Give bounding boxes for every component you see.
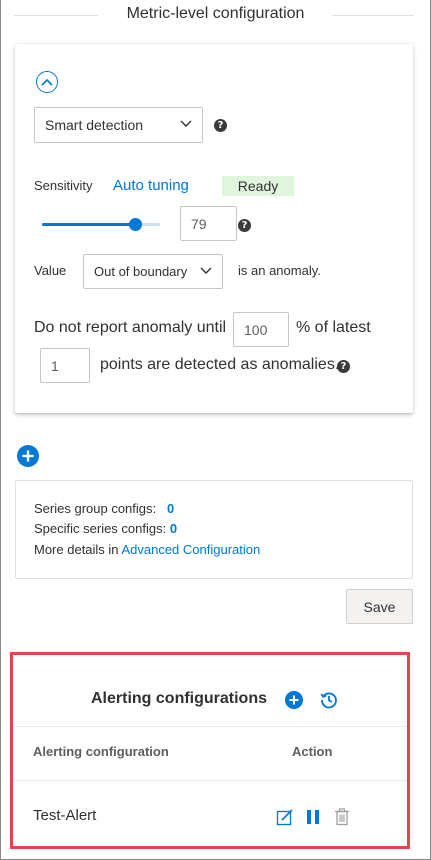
- series-group-label: Series group configs:: [34, 501, 157, 516]
- specific-series-label: Specific series configs:: [34, 521, 167, 536]
- specific-series-count[interactable]: 0: [170, 521, 177, 536]
- detection-method-dropdown[interactable]: Smart detection: [34, 107, 203, 143]
- divider: [13, 780, 407, 781]
- history-button[interactable]: [319, 690, 339, 710]
- divider: [13, 726, 407, 727]
- boundary-value: Out of boundary: [94, 264, 188, 279]
- sensitivity-slider[interactable]: [42, 216, 160, 232]
- add-icon: [22, 450, 34, 462]
- percent-suffix: % of latest: [296, 319, 371, 336]
- section-title: Metric-level configuration: [126, 5, 305, 22]
- sensitivity-label: Sensitivity: [34, 178, 93, 193]
- chevron-down-icon: [200, 267, 212, 274]
- edit-alert-button[interactable]: [276, 808, 294, 826]
- section-header: Metric-level configuration: [0, 0, 431, 30]
- slider-thumb[interactable]: [129, 218, 143, 231]
- chevron-down-icon: [180, 120, 192, 127]
- anomaly-suffix: is an anomaly.: [238, 263, 321, 278]
- divider: [332, 15, 414, 16]
- advanced-configuration-link[interactable]: Advanced Configuration: [121, 542, 260, 557]
- add-alert-button[interactable]: [285, 691, 303, 709]
- edit-icon: [276, 809, 293, 826]
- chevron-up-icon: [41, 78, 53, 86]
- pause-alert-button[interactable]: [306, 809, 320, 825]
- help-icon[interactable]: ?: [337, 360, 350, 373]
- slider-fill: [42, 223, 136, 226]
- add-icon: [289, 695, 299, 705]
- column-header-name: Alerting configuration: [33, 744, 169, 759]
- collapse-button[interactable]: [36, 71, 58, 93]
- more-details-line: More details in Advanced Configuration: [34, 542, 260, 557]
- specific-series-line: Specific series configs: 0: [34, 521, 177, 536]
- alert-name[interactable]: Test-Alert: [33, 807, 96, 824]
- save-button[interactable]: Save: [346, 589, 413, 624]
- add-config-button[interactable]: [17, 445, 39, 467]
- help-icon[interactable]: ?: [238, 219, 251, 232]
- help-icon[interactable]: ?: [214, 119, 227, 132]
- series-group-line: Series group configs: 0: [34, 501, 174, 516]
- pause-icon: [307, 810, 319, 824]
- alerting-title: Alerting configurations: [91, 690, 267, 707]
- status-badge: Ready: [222, 176, 294, 196]
- do-not-report-label: Do not report anomaly until: [34, 319, 227, 336]
- points-suffix: points are detected as anomalies.: [100, 356, 340, 373]
- percent-input[interactable]: 100: [233, 312, 289, 347]
- points-input[interactable]: 1: [40, 348, 90, 383]
- value-label: Value: [34, 263, 67, 278]
- boundary-dropdown[interactable]: Out of boundary: [83, 254, 223, 289]
- sensitivity-input[interactable]: 79: [180, 206, 237, 241]
- history-icon: [320, 692, 337, 709]
- column-header-action: Action: [292, 744, 333, 759]
- detection-method-value: Smart detection: [45, 117, 144, 133]
- delete-alert-button[interactable]: [334, 808, 350, 826]
- auto-tuning-link[interactable]: Auto tuning: [113, 177, 189, 194]
- delete-icon: [335, 808, 349, 826]
- more-details-label: More details in: [34, 542, 119, 557]
- series-group-count[interactable]: 0: [167, 501, 174, 516]
